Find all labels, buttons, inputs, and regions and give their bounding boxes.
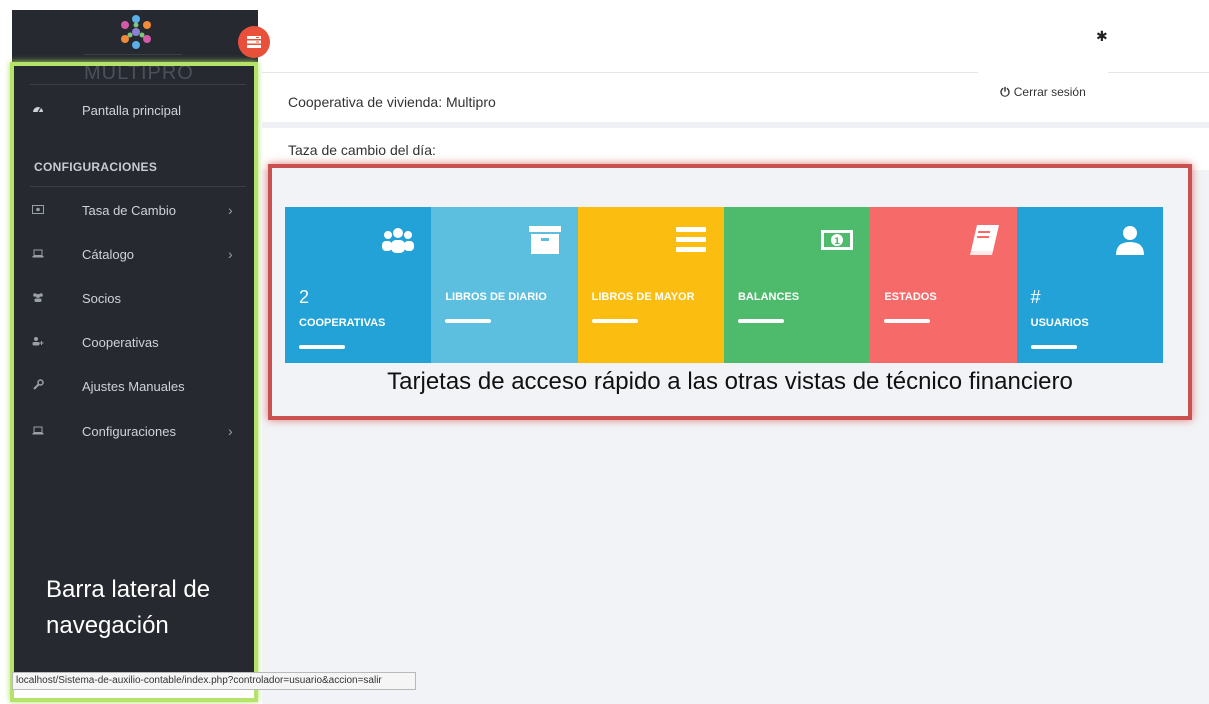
sidebar-item-label: Cooperativas [82, 334, 159, 350]
logout-label: Cerrar sesión [1013, 85, 1086, 99]
card-libros-de-diario[interactable]: LIBROS DE DIARIO [431, 207, 578, 363]
bars-icon [675, 227, 706, 252]
card-label: COOPERATIVAS [299, 317, 386, 329]
page-title: Cooperativa de vivienda: Multipro [288, 94, 496, 110]
laptop-icon [30, 424, 46, 438]
sidebar-item-label: Socios [82, 290, 122, 306]
chevron-right-icon: › [228, 202, 233, 218]
chevron-right-icon: › [228, 423, 233, 439]
user-plus-icon [30, 335, 46, 349]
sidebar-item-label: Ajustes Manuales [82, 378, 185, 394]
sidebar-item-tasa-de-cambio[interactable]: Tasa de Cambio › [12, 190, 258, 230]
card-value: # [1030, 287, 1041, 307]
card-bar [591, 319, 638, 323]
card-label: USUARIOS [1030, 317, 1089, 329]
sidebar-item-catalogo[interactable]: Cátalogo › [12, 234, 258, 274]
status-bar-url: localhost/Sistema-de-auxilio-contable/in… [12, 672, 416, 690]
sidebar-item-label: Cátalogo [82, 246, 135, 262]
svg-text:1: 1 [834, 237, 840, 247]
exchange-rate-label: Taza de cambio del día: [288, 142, 436, 158]
user-icon [1115, 226, 1144, 255]
sidebar-item-configuraciones[interactable]: Configuraciones › [12, 411, 258, 451]
sidebar-item-label: Configuraciones [82, 423, 176, 439]
card-label: BALANCES [737, 291, 800, 303]
sidebar-item-socios[interactable]: Socios [12, 278, 258, 318]
users-icon [30, 291, 46, 305]
sidebar-item-ajustes-manuales[interactable]: Ajustes Manuales [12, 366, 258, 406]
divider [30, 186, 246, 187]
sidebar-item-cooperativas[interactable]: Cooperativas [12, 322, 258, 362]
power-icon: ⏻ [1000, 84, 1010, 99]
card-bar [445, 319, 492, 323]
sidebar-annotation-line: Barra lateral de [46, 576, 211, 603]
card-balances[interactable]: 1 BALANCES [723, 207, 871, 363]
brand-name: MULTIPRO [84, 62, 194, 84]
section-title-configuraciones: CONFIGURACIONES [34, 160, 158, 174]
cards-annotation: Tarjetas de acceso rápido a las otras vi… [387, 368, 1073, 395]
archive-icon [528, 226, 561, 254]
sidebar: MULTIPRO Pantalla principal CONFIGURACIO… [12, 10, 258, 688]
card-cooperativas[interactable]: 2 COOPERATIVAS [285, 207, 432, 363]
quick-access-cards: 2 COOPERATIVAS LIBROS DE DIARIO LIBROS D… [285, 207, 1163, 363]
sidebar-item-pantalla-principal[interactable]: Pantalla principal [12, 90, 258, 130]
dashboard-icon [30, 103, 46, 118]
logo-icon [121, 15, 151, 49]
card-value: 2 [299, 287, 310, 307]
card-estados[interactable]: ESTADOS [870, 207, 1017, 363]
sidebar-toggle-button[interactable] [238, 26, 270, 58]
chevron-right-icon: › [228, 246, 233, 262]
card-libros-de-mayor[interactable]: LIBROS DE MAYOR [577, 207, 724, 363]
book-icon [969, 225, 999, 255]
card-bar [884, 319, 931, 323]
sidebar-annotation: Barra lateral de navegación [46, 572, 210, 644]
users-icon [382, 228, 415, 253]
money-icon: 1 [821, 230, 854, 250]
wrench-icon [30, 378, 46, 394]
section-separator [262, 122, 1209, 128]
card-label: LIBROS DE MAYOR [591, 291, 695, 303]
logout-button[interactable]: ⏻ Cerrar sesión [978, 72, 1108, 112]
card-usuarios[interactable]: # USUARIOS [1016, 207, 1163, 363]
gear-icon[interactable]: ✱ [1096, 28, 1108, 45]
card-label: ESTADOS [884, 291, 937, 303]
card-bar [737, 319, 784, 323]
card-label: LIBROS DE DIARIO [445, 291, 547, 303]
menu-toggle-icon [247, 36, 261, 48]
laptop-icon [30, 247, 46, 261]
divider [30, 84, 246, 85]
logo-divider [84, 54, 182, 55]
card-bar [299, 345, 345, 349]
card-bar [1030, 345, 1077, 349]
sidebar-annotation-line: navegación [46, 612, 169, 639]
money-icon [30, 203, 46, 217]
sidebar-item-label: Tasa de Cambio [82, 202, 176, 218]
sidebar-item-label: Pantalla principal [82, 102, 182, 118]
